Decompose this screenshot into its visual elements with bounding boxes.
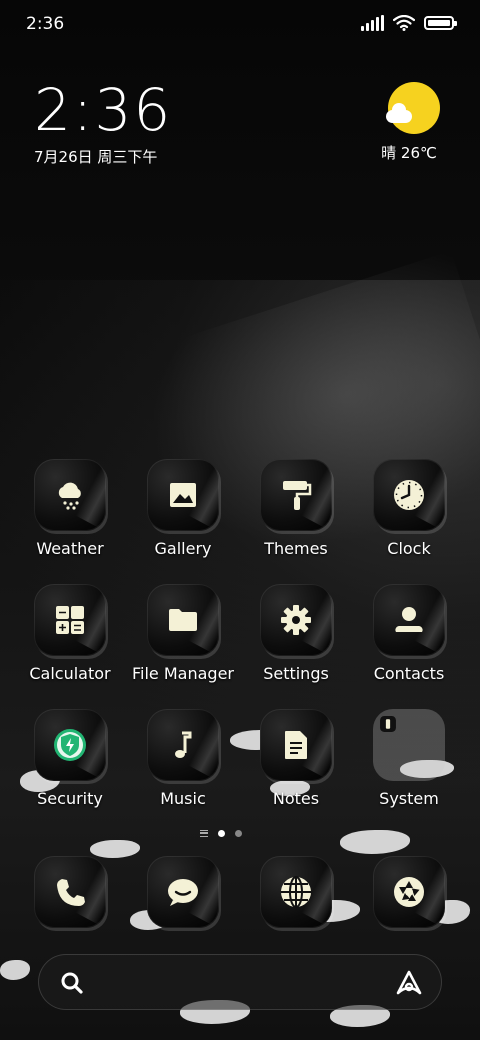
phone-icon	[34, 856, 106, 928]
notes-icon	[260, 709, 332, 781]
app-label: Gallery	[154, 539, 212, 558]
page-dot	[235, 830, 242, 837]
dock-camera[interactable]	[353, 856, 465, 928]
status-icons	[361, 15, 457, 31]
dock-browser[interactable]	[240, 856, 352, 928]
clock-icon	[373, 459, 445, 531]
folder-group-icon	[373, 709, 445, 781]
search-bar[interactable]	[38, 954, 442, 1010]
calculator-icon	[34, 584, 106, 656]
app-file-manager[interactable]: File Manager	[127, 584, 239, 683]
app-themes[interactable]: Themes	[240, 459, 352, 558]
clock-widget[interactable]: 2:36 7月26日 周三下午	[34, 78, 172, 167]
app-label: Themes	[264, 539, 328, 558]
sun-cloud-icon	[386, 82, 440, 134]
app-weather[interactable]: Weather	[14, 459, 126, 558]
app-label: File Manager	[132, 664, 234, 683]
camera-icon	[373, 856, 445, 928]
weather-widget[interactable]: 晴 26℃	[381, 82, 446, 163]
gallery-icon	[147, 459, 219, 531]
battery-icon	[424, 16, 457, 30]
music-icon	[147, 709, 219, 781]
app-label: System	[379, 789, 439, 808]
app-label: Notes	[272, 789, 320, 808]
app-label: Weather	[36, 539, 104, 558]
search-icon[interactable]	[59, 970, 85, 996]
clock-time: 2:36	[34, 76, 173, 144]
status-bar: 2:36	[0, 0, 480, 50]
clock-date: 7月26日 周三下午	[34, 148, 158, 166]
page-dot-active	[218, 830, 225, 837]
weather-summary: 晴 26℃	[381, 144, 437, 162]
wifi-icon	[393, 15, 415, 31]
app-drawer-indicator-icon	[200, 830, 208, 837]
messages-icon	[147, 856, 219, 928]
app-contacts[interactable]: Contacts	[353, 584, 465, 683]
app-music[interactable]: Music	[127, 709, 239, 808]
app-label: Contacts	[373, 664, 445, 683]
dock-messages[interactable]	[127, 856, 239, 928]
status-time: 2:36	[26, 14, 65, 34]
themes-icon	[260, 459, 332, 531]
app-label: Settings	[263, 664, 329, 683]
app-system-folder[interactable]: System	[353, 709, 465, 808]
gear-icon	[260, 584, 332, 656]
app-gallery[interactable]: Gallery	[127, 459, 239, 558]
assistant-icon[interactable]	[395, 969, 423, 997]
app-notes[interactable]: Notes	[240, 709, 352, 808]
app-label: Security	[37, 789, 103, 808]
signal-icon	[361, 15, 384, 31]
page-indicator[interactable]	[200, 830, 242, 837]
app-settings[interactable]: Settings	[240, 584, 352, 683]
app-label: Calculator	[29, 664, 111, 683]
weather-icon	[34, 459, 106, 531]
app-label: Music	[160, 789, 206, 808]
folder-icon	[147, 584, 219, 656]
contacts-icon	[373, 584, 445, 656]
browser-icon	[260, 856, 332, 928]
dock-phone[interactable]	[14, 856, 126, 928]
app-security[interactable]: Security	[14, 709, 126, 808]
app-clock[interactable]: Clock	[353, 459, 465, 558]
security-icon	[34, 709, 106, 781]
app-calculator[interactable]: Calculator	[14, 584, 126, 683]
app-label: Clock	[387, 539, 431, 558]
